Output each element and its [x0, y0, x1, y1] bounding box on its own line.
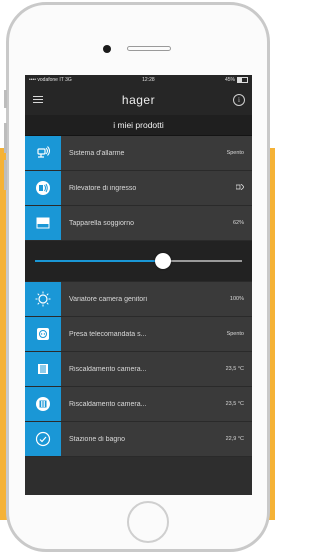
product-row-entry-detector[interactable]: Rilevatore di ingresso [25, 171, 252, 206]
heating-icon [25, 387, 61, 421]
battery-icon [237, 77, 248, 83]
alarm-system-icon [25, 136, 61, 170]
product-row-heating-1[interactable]: Riscaldamento camera... 23,5 °C [25, 352, 252, 387]
shutter-slider[interactable] [25, 241, 252, 282]
app-title: hager [121, 93, 156, 107]
section-title: i miei prodotti [25, 115, 252, 136]
volume-up-button [4, 123, 7, 153]
product-row-dimmer[interactable]: Variatore camera genitori 100% [25, 282, 252, 317]
product-value: 23,5 °C [225, 366, 244, 372]
mute-switch [4, 90, 7, 108]
shutter-icon [25, 206, 61, 240]
status-bar: •••• vodafone IT 3G 12:28 45% [25, 75, 252, 85]
status-right: 45% [225, 77, 248, 83]
product-row-alarm[interactable]: Sistema d'allarme Spento [25, 136, 252, 171]
product-label: Sistema d'allarme [69, 149, 125, 157]
speaker-grille [127, 46, 171, 51]
front-camera [103, 45, 111, 53]
product-label: Riscaldamento camera... [69, 400, 147, 408]
product-value: 22,9 °C [225, 436, 244, 442]
dimmer-icon [25, 282, 61, 316]
slider-track[interactable] [35, 260, 242, 262]
bathroom-station-icon [25, 422, 61, 456]
home-button[interactable] [127, 501, 169, 543]
product-row-bathroom-station[interactable]: Stazione di bagno 22,9 °C [25, 422, 252, 457]
product-value: 62% [232, 220, 244, 226]
product-label: Stazione di bagno [69, 435, 126, 443]
product-value [235, 183, 252, 192]
remote-socket-icon [25, 317, 61, 351]
product-label: Riscaldamento camera... [69, 365, 147, 373]
product-value: Spento [226, 331, 244, 337]
product-value: 100% [229, 296, 244, 302]
carrier-label: •••• vodafone IT 3G [29, 77, 72, 83]
status-time: 12:28 [142, 77, 155, 83]
nav-bar: hager i [25, 85, 252, 115]
product-label: Variatore camera genitori [69, 295, 148, 303]
product-value: Spento [226, 150, 244, 156]
product-value: 23,5 °C [225, 401, 244, 407]
product-row-heating-2[interactable]: Riscaldamento camera... 23,5 °C [25, 387, 252, 422]
product-row-remote-socket[interactable]: Presa telecomandata s... Spento [25, 317, 252, 352]
battery-percent: 45% [224, 77, 235, 83]
volume-down-button [4, 160, 7, 190]
product-label: Rilevatore di ingresso [69, 184, 137, 192]
product-row-shutter[interactable]: Tapparella soggiorno 62% [25, 206, 252, 241]
product-label: Tapparella soggiorno [69, 219, 134, 227]
info-icon[interactable]: i [233, 94, 245, 106]
slider-thumb[interactable] [155, 253, 172, 269]
product-label: Presa telecomandata s... [69, 330, 147, 338]
app-screen: •••• vodafone IT 3G 12:28 45% hager i i … [25, 75, 252, 495]
status-indicator-icon [235, 183, 245, 191]
menu-icon[interactable] [33, 96, 43, 104]
entry-detector-icon [25, 171, 61, 205]
heating-icon [25, 352, 61, 386]
slider-fill [35, 260, 164, 262]
